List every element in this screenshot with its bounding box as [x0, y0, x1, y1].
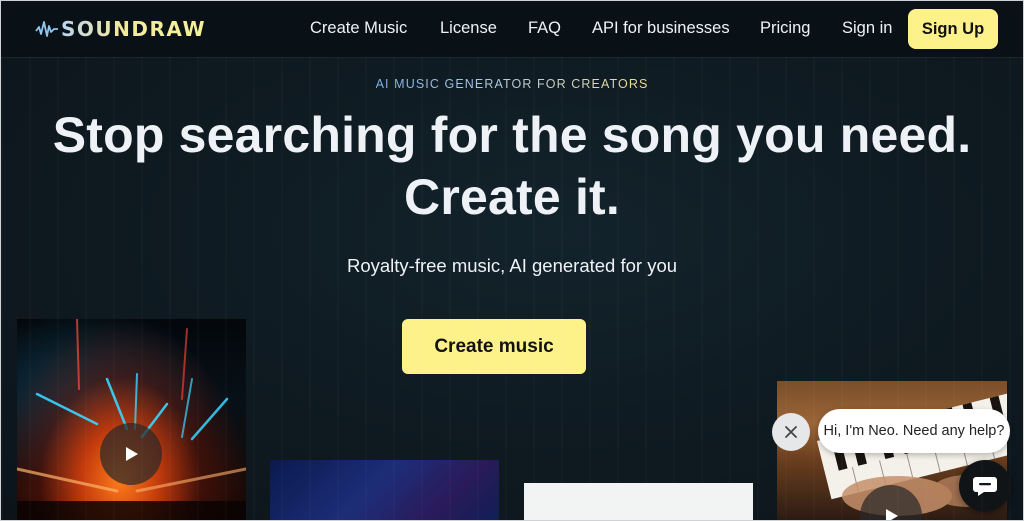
nav-link-faq[interactable]: FAQ: [528, 19, 561, 38]
hero-subhead: Royalty-free music, AI generated for you: [346, 255, 678, 276]
create-music-button[interactable]: Create music: [402, 319, 586, 374]
play-button[interactable]: [100, 423, 162, 485]
top-nav: SOUNDRAW Create Music License FAQ API fo…: [1, 1, 1023, 58]
hero-eyebrow: AI MUSIC GENERATOR FOR CREATORS: [1, 77, 1023, 91]
nav-link-license[interactable]: License: [440, 19, 497, 38]
chat-icon: [973, 477, 997, 496]
stage-lights-image: [17, 319, 246, 520]
play-icon: [126, 447, 138, 461]
concert-video-card[interactable]: [17, 319, 246, 520]
nav-link-sign-in[interactable]: Sign in: [842, 19, 892, 38]
close-icon: [785, 426, 797, 438]
hero-eyebrow-text: AI MUSIC GENERATOR FOR CREATORS: [375, 77, 649, 91]
music-card-white[interactable]: [524, 483, 753, 520]
chat-close-button[interactable]: [772, 413, 810, 451]
nav-link-pricing[interactable]: Pricing: [760, 19, 810, 38]
chat-greeting-bubble[interactable]: Hi, I'm Neo. Need any help?: [818, 409, 1010, 453]
sign-up-button[interactable]: Sign Up: [908, 9, 998, 49]
hero-headline-line-2: Create it.: [404, 169, 620, 225]
nav-link-create-music[interactable]: Create Music: [310, 19, 407, 38]
nav-link-api[interactable]: API for businesses: [592, 19, 730, 38]
hero-headline-line-1: Stop searching for the song you need.: [52, 107, 972, 163]
chat-launcher-button[interactable]: [959, 460, 1011, 512]
page-frame: SOUNDRAW Create Music License FAQ API fo…: [0, 0, 1024, 521]
nav-links: Create Music License FAQ API for busines…: [1, 19, 1023, 41]
hero-headline: Stop searching for the song you need. Cr…: [1, 104, 1023, 228]
music-card-blue[interactable]: [270, 460, 499, 520]
play-icon: [886, 509, 898, 520]
